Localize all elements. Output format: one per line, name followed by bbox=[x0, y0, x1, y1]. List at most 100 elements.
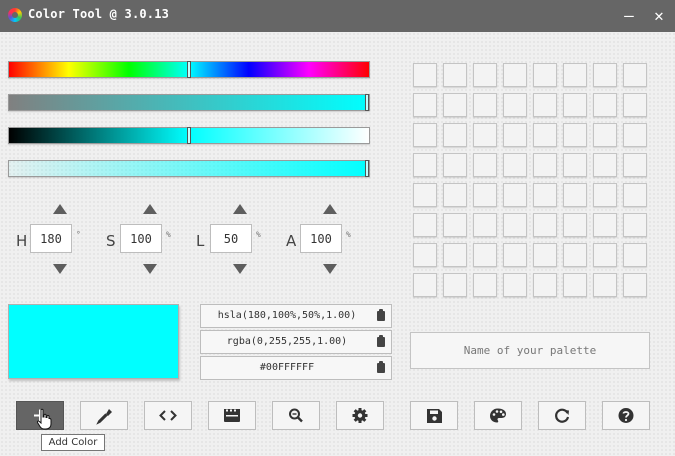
hue-increase-arrow-icon[interactable] bbox=[53, 204, 67, 214]
palette-swatch[interactable] bbox=[623, 183, 647, 207]
palette-swatch[interactable] bbox=[443, 153, 467, 177]
palette-swatch[interactable] bbox=[563, 183, 587, 207]
saturation-input[interactable]: 100 bbox=[120, 224, 162, 253]
refresh-button[interactable] bbox=[538, 401, 586, 430]
palette-swatch[interactable] bbox=[623, 153, 647, 177]
palette-swatch[interactable] bbox=[443, 273, 467, 297]
palette-swatch[interactable] bbox=[593, 153, 617, 177]
palette-swatch[interactable] bbox=[623, 273, 647, 297]
palette-swatch[interactable] bbox=[593, 183, 617, 207]
palette-swatch[interactable] bbox=[413, 63, 437, 87]
palette-swatch[interactable] bbox=[563, 63, 587, 87]
hex-code-row[interactable]: #00FFFFFF bbox=[200, 356, 392, 380]
help-button[interactable] bbox=[602, 401, 650, 430]
palette-swatch[interactable] bbox=[563, 273, 587, 297]
lightness-input[interactable]: 50 bbox=[210, 224, 252, 253]
palette-swatch[interactable] bbox=[413, 123, 437, 147]
saturation-decrease-arrow-icon[interactable] bbox=[143, 264, 157, 274]
saturation-slider-thumb[interactable] bbox=[365, 94, 369, 111]
palette-swatch[interactable] bbox=[533, 153, 557, 177]
palette-swatch[interactable] bbox=[473, 183, 497, 207]
clipboard-icon[interactable] bbox=[377, 335, 385, 347]
palette-swatch[interactable] bbox=[443, 243, 467, 267]
palette-swatch[interactable] bbox=[503, 63, 527, 87]
palette-swatch[interactable] bbox=[413, 243, 437, 267]
palette-swatch[interactable] bbox=[623, 63, 647, 87]
palette-swatch[interactable] bbox=[533, 123, 557, 147]
eyedropper-button[interactable] bbox=[80, 401, 128, 430]
palette-swatch[interactable] bbox=[443, 63, 467, 87]
hsla-code-row[interactable]: hsla(180,100%,50%,1.00) bbox=[200, 304, 392, 328]
lightness-decrease-arrow-icon[interactable] bbox=[233, 264, 247, 274]
palette-swatch[interactable] bbox=[593, 243, 617, 267]
alpha-slider-thumb[interactable] bbox=[365, 160, 369, 177]
palette-swatch[interactable] bbox=[443, 183, 467, 207]
lightness-slider-thumb[interactable] bbox=[187, 127, 191, 144]
hue-slider-thumb[interactable] bbox=[187, 61, 191, 78]
palette-swatch[interactable] bbox=[413, 183, 437, 207]
palette-swatch[interactable] bbox=[533, 63, 557, 87]
palette-swatch[interactable] bbox=[623, 213, 647, 237]
palette-swatch[interactable] bbox=[563, 153, 587, 177]
palette-swatch[interactable] bbox=[563, 243, 587, 267]
palette-swatch[interactable] bbox=[503, 183, 527, 207]
saturation-slider[interactable] bbox=[8, 94, 370, 111]
palette-swatch[interactable] bbox=[503, 153, 527, 177]
palette-swatch[interactable] bbox=[593, 213, 617, 237]
palette-swatch[interactable] bbox=[443, 93, 467, 117]
palette-swatch[interactable] bbox=[473, 63, 497, 87]
lightness-slider[interactable] bbox=[8, 127, 370, 144]
palette-swatch[interactable] bbox=[593, 63, 617, 87]
close-button[interactable]: ✕ bbox=[648, 5, 670, 27]
saturation-increase-arrow-icon[interactable] bbox=[143, 204, 157, 214]
palette-swatch[interactable] bbox=[593, 123, 617, 147]
palette-swatch[interactable] bbox=[533, 93, 557, 117]
palette-swatch[interactable] bbox=[473, 123, 497, 147]
alpha-slider[interactable] bbox=[8, 160, 370, 177]
hue-input[interactable]: 180 bbox=[30, 224, 72, 253]
palette-swatch[interactable] bbox=[473, 243, 497, 267]
palette-swatch[interactable] bbox=[413, 93, 437, 117]
palette-list-button[interactable] bbox=[208, 401, 256, 430]
alpha-input[interactable]: 100 bbox=[300, 224, 342, 253]
palette-swatch[interactable] bbox=[503, 93, 527, 117]
palette-swatch[interactable] bbox=[593, 93, 617, 117]
settings-button[interactable] bbox=[336, 401, 384, 430]
lightness-increase-arrow-icon[interactable] bbox=[233, 204, 247, 214]
palette-swatch[interactable] bbox=[503, 213, 527, 237]
theme-button[interactable] bbox=[474, 401, 522, 430]
palette-swatch[interactable] bbox=[623, 123, 647, 147]
palette-swatch[interactable] bbox=[623, 93, 647, 117]
minimize-button[interactable]: — bbox=[618, 5, 640, 27]
palette-swatch[interactable] bbox=[563, 93, 587, 117]
alpha-increase-arrow-icon[interactable] bbox=[323, 204, 337, 214]
palette-swatch[interactable] bbox=[623, 243, 647, 267]
palette-swatch[interactable] bbox=[593, 273, 617, 297]
zoom-button[interactable] bbox=[272, 401, 320, 430]
palette-swatch[interactable] bbox=[563, 213, 587, 237]
palette-swatch[interactable] bbox=[533, 183, 557, 207]
palette-swatch[interactable] bbox=[413, 213, 437, 237]
clipboard-icon[interactable] bbox=[377, 309, 385, 321]
palette-swatch[interactable] bbox=[473, 213, 497, 237]
palette-swatch[interactable] bbox=[473, 93, 497, 117]
palette-swatch[interactable] bbox=[533, 273, 557, 297]
hue-slider[interactable] bbox=[8, 61, 370, 78]
palette-name-input[interactable]: Name of your palette bbox=[410, 332, 650, 369]
code-button[interactable] bbox=[144, 401, 192, 430]
alpha-decrease-arrow-icon[interactable] bbox=[323, 264, 337, 274]
hue-decrease-arrow-icon[interactable] bbox=[53, 264, 67, 274]
palette-swatch[interactable] bbox=[443, 213, 467, 237]
palette-swatch[interactable] bbox=[443, 123, 467, 147]
rgba-code-row[interactable]: rgba(0,255,255,1.00) bbox=[200, 330, 392, 354]
palette-swatch[interactable] bbox=[503, 243, 527, 267]
palette-swatch[interactable] bbox=[503, 273, 527, 297]
save-button[interactable] bbox=[410, 401, 458, 430]
palette-swatch[interactable] bbox=[413, 273, 437, 297]
palette-swatch[interactable] bbox=[473, 153, 497, 177]
clipboard-icon[interactable] bbox=[377, 361, 385, 373]
palette-swatch[interactable] bbox=[563, 123, 587, 147]
palette-swatch[interactable] bbox=[503, 123, 527, 147]
palette-swatch[interactable] bbox=[413, 153, 437, 177]
palette-swatch[interactable] bbox=[473, 273, 497, 297]
